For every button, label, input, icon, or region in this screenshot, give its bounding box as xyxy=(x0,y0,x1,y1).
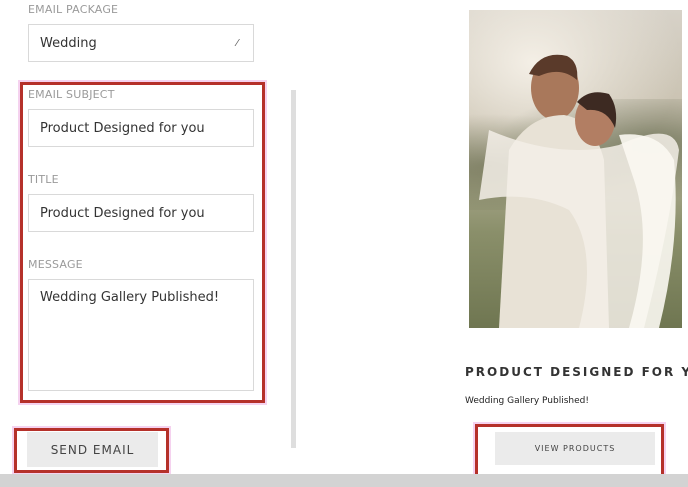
email-subject-input[interactable]: Product Designed for you xyxy=(28,109,254,147)
preview-heading: PRODUCT DESIGNED FOR YOU xyxy=(465,365,688,379)
email-package-value: Wedding xyxy=(40,35,97,51)
message-label: MESSAGE xyxy=(28,258,83,271)
email-package-label: EMAIL PACKAGE xyxy=(28,3,119,16)
email-package-select[interactable]: Wedding ⁄ xyxy=(28,24,254,62)
vertical-divider[interactable] xyxy=(291,90,296,448)
preview-photo xyxy=(469,10,682,328)
title-value: Product Designed for you xyxy=(40,205,205,221)
preview-message: Wedding Gallery Published! xyxy=(465,396,589,406)
email-subject-label: EMAIL SUBJECT xyxy=(28,88,115,101)
email-subject-value: Product Designed for you xyxy=(40,120,205,136)
view-products-button[interactable]: VIEW PRODUCTS xyxy=(495,432,655,465)
edit-caret-icon: ⁄ xyxy=(236,38,238,49)
send-email-button[interactable]: SEND EMAIL xyxy=(27,432,158,467)
message-textarea[interactable]: Wedding Gallery Published! xyxy=(28,279,254,391)
title-input[interactable]: Product Designed for you xyxy=(28,194,254,232)
message-value: Wedding Gallery Published! xyxy=(40,290,220,305)
bottom-scrollbar[interactable] xyxy=(0,474,688,487)
title-label: TITLE xyxy=(28,173,59,186)
